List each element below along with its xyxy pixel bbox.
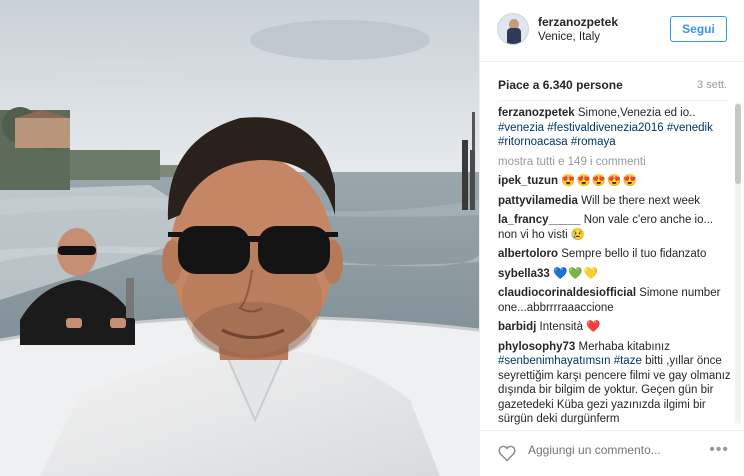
hashtag[interactable]: #venezia	[498, 122, 544, 134]
hashtag[interactable]: #festivaldivenezia2016	[547, 122, 663, 134]
comment-text: Sempre bello il tuo fidanzato	[561, 248, 707, 260]
likes-count[interactable]: Piace a 6.340 persone	[498, 78, 623, 92]
post-header: ferzanozpetek Venice, Italy Segui	[480, 0, 744, 62]
post-location[interactable]: Venice, Italy	[538, 31, 600, 43]
selfie-photo-image	[0, 0, 479, 476]
more-dots-icon[interactable]: •••	[709, 441, 729, 459]
comments-scrollbar-thumb[interactable]	[735, 104, 741, 184]
comment-username[interactable]: barbidj	[498, 321, 536, 333]
comment: phylosophy73 Merhaba kitabınız #senbenim…	[498, 340, 732, 427]
post-sidebar: ferzanozpetek Venice, Italy Segui Piace …	[479, 0, 744, 476]
avatar[interactable]	[497, 13, 529, 45]
comment-text: Will be there next week	[581, 194, 700, 207]
comment-username[interactable]: phylosophy73	[498, 341, 575, 353]
instagram-post-modal: ferzanozpetek Venice, Italy Segui Piace …	[0, 0, 744, 476]
hashtag[interactable]: #senbenimhayatımsın	[498, 355, 611, 367]
comment-text: Intensità ❤️	[539, 321, 601, 333]
show-all-comments-link[interactable]: mostra tutti e 149 i commenti	[498, 155, 732, 170]
comment: ipek_tuzun 😍😍😍😍😍	[498, 174, 732, 189]
likes-row: Piace a 6.340 persone 3 sett.	[480, 62, 744, 100]
comment-username[interactable]: albertoloro	[498, 248, 558, 260]
post-username[interactable]: ferzanozpetek	[538, 15, 618, 29]
follow-button[interactable]: Segui	[670, 16, 727, 42]
comment-footer: •••	[480, 430, 744, 476]
caption-text: Simone,Venezia ed io..	[577, 107, 696, 119]
comment-username[interactable]: sybella33	[498, 268, 550, 280]
hashtag[interactable]: #ritornoacasa	[498, 136, 568, 148]
hashtag[interactable]: #taze	[614, 355, 642, 367]
caption-username[interactable]: ferzanozpetek	[498, 107, 575, 119]
caption: ferzanozpetek Simone,Venezia ed io.. #ve…	[498, 106, 732, 150]
hashtag[interactable]: #romaya	[571, 136, 616, 148]
comment-text: Merhaba kitabınız	[578, 340, 670, 353]
post-timestamp[interactable]: 3 sett.	[697, 79, 727, 91]
hashtag[interactable]: #venedik	[667, 122, 713, 134]
comment-username[interactable]: claudiocorinaldesiofficial	[498, 287, 636, 299]
comment-input[interactable]	[528, 443, 688, 457]
comment-username[interactable]: la_francy_____	[498, 214, 580, 226]
comment-username[interactable]: ipek_tuzun	[498, 175, 558, 187]
heart-outline-icon[interactable]	[497, 443, 517, 463]
comments-list: ferzanozpetek Simone,Venezia ed io.. #ve…	[498, 106, 732, 430]
comment: la_francy_____ Non vale c'ero anche io..…	[498, 213, 732, 242]
comment: albertoloro Sempre bello il tuo fidanzat…	[498, 247, 732, 262]
comment: sybella33 💙💚💛	[498, 267, 732, 282]
comment: claudiocorinaldesiofficial Simone number…	[498, 286, 732, 315]
divider	[498, 100, 727, 101]
comment: pattyvilamedia Will be there next week	[498, 194, 732, 209]
avatar-body-shape	[507, 28, 521, 44]
comment-text: 😍😍😍😍😍	[561, 175, 638, 187]
comment: barbidj Intensità ❤️	[498, 320, 732, 335]
comment-text: 💙💚💛	[553, 267, 599, 280]
comment-username[interactable]: pattyvilamedia	[498, 195, 578, 207]
post-photo[interactable]	[0, 0, 479, 476]
